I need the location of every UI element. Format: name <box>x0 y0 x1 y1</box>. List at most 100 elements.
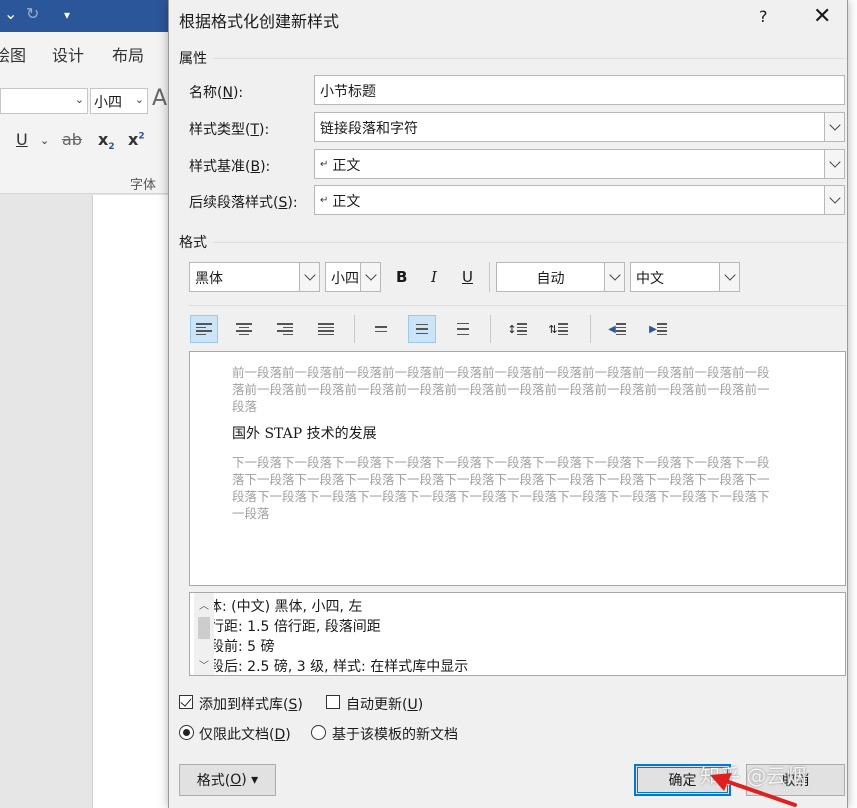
only-this-document-label[interactable]: 仅限此文档(D) <box>199 724 291 744</box>
justify-button[interactable] <box>312 315 340 343</box>
name-input-value: 小节标题 <box>320 84 376 100</box>
description-line: 行距: 1.5 倍行距, 段落间距 <box>210 619 381 635</box>
scroll-down-icon[interactable]: ﹀ <box>198 657 210 672</box>
style-description: 字体: (中文) 黑体, 小四, 左 行距: 1.5 倍行距, 段落间距 段前:… <box>189 592 846 676</box>
font-name-select[interactable]: 黑体 <box>189 262 320 292</box>
font-color-select[interactable]: 自动 <box>496 262 625 292</box>
next-paragraph-text: 下一段落下一段落下一段落下一段落下一段落下一段落下一段落下一段落下一段落下一段落… <box>232 455 770 521</box>
font-color-value: 自动 <box>536 271 565 287</box>
template-new-documents-radio[interactable] <box>311 725 326 740</box>
superscript-button[interactable]: x2 <box>128 130 145 149</box>
tab-draw[interactable]: 绘图 <box>0 42 26 66</box>
align-center-button[interactable] <box>230 315 258 343</box>
divider <box>213 242 845 243</box>
italic-button[interactable]: I <box>431 268 437 286</box>
divider <box>189 305 846 306</box>
increase-indent-icon[interactable]: ▶ <box>644 315 672 343</box>
toolbar-separator <box>590 315 591 343</box>
chevron-down-icon[interactable] <box>299 263 319 291</box>
description-line: 段后: 2.5 磅, 3 级, 样式: 在样式库中显示 <box>210 659 469 675</box>
next-style-select[interactable]: ↵ 正文 <box>314 185 845 215</box>
style-type-value: 链接段落和字符 <box>320 121 418 137</box>
customize-chevron-icon[interactable]: ⌄ <box>4 4 17 23</box>
quick-access-menu-icon[interactable]: ▾ <box>64 8 70 22</box>
description-line: 段前: 5 磅 <box>210 639 275 655</box>
grow-font-button[interactable]: A <box>152 86 167 111</box>
name-input[interactable]: 小节标题 <box>314 75 845 105</box>
name-label: 名称(N): <box>189 85 244 101</box>
increase-paragraph-spacing-icon[interactable]: ↕ <box>503 315 531 343</box>
red-arrow-icon <box>710 773 797 807</box>
template-new-documents-label[interactable]: 基于该模板的新文档 <box>332 724 458 744</box>
ribbon: ⌄ 小四 ⌄ A U ⌄ ab x2 x2 字体 <box>0 72 172 194</box>
description-scrollbar[interactable]: ︿ ﹀ <box>194 593 214 675</box>
style-based-label: 样式基准(B): <box>189 159 271 175</box>
previous-paragraph-text: 前一段落前一段落前一段落前一段落前一段落前一段落前一段落前一段落前一段落前一段落… <box>232 365 770 414</box>
superscript-x: x <box>128 130 139 149</box>
ribbon-tabs: 绘图 设计 布局 <box>0 32 172 72</box>
font-size-select[interactable]: 小四 <box>325 262 381 292</box>
underline-button[interactable]: U <box>462 268 473 286</box>
script-value: 中文 <box>636 271 664 287</box>
word-titlebar: ⌄ ↻ ▾ <box>0 0 172 32</box>
chevron-down-icon[interactable] <box>824 186 844 214</box>
underline-button[interactable]: U <box>16 130 28 149</box>
subscript-x: x <box>98 130 109 149</box>
help-button[interactable]: ? <box>759 7 768 26</box>
subscript-button[interactable]: x2 <box>98 130 115 152</box>
scroll-up-icon[interactable]: ︿ <box>198 597 210 612</box>
next-style-value: 正文 <box>332 194 361 210</box>
preview-sample-text: 国外 STAP 技术的发展 <box>232 426 377 442</box>
font-name-value: 黑体 <box>195 271 223 287</box>
decrease-paragraph-spacing-icon[interactable]: ⇅ <box>544 315 572 343</box>
chevron-down-icon[interactable] <box>824 150 844 178</box>
ribbon-font-size-value: 小四 <box>94 95 122 111</box>
create-style-dialog: 根据格式化创建新样式 ? ✕ 属性 名称(N): 小节标题 样式类型(T): 链… <box>168 0 848 808</box>
align-left-button[interactable] <box>190 315 218 343</box>
close-button[interactable]: ✕ <box>813 4 831 29</box>
align-right-button[interactable] <box>271 315 299 343</box>
ribbon-font-size-combo[interactable]: 小四 ⌄ <box>90 88 148 114</box>
chevron-down-icon[interactable] <box>604 263 624 291</box>
style-based-select[interactable]: ↵ 正文 <box>314 149 845 179</box>
dialog-title: 根据格式化创建新样式 <box>179 12 340 31</box>
format-menu-button[interactable]: 格式(O) ▾ <box>179 764 276 796</box>
double-spacing-button[interactable] <box>449 315 477 343</box>
toolbar-separator <box>489 262 490 292</box>
paragraph-mark-icon: ↵ <box>320 195 329 206</box>
document-page[interactable] <box>92 195 172 808</box>
description-line: 字体: (中文) 黑体, 小四, 左 <box>194 599 363 615</box>
only-this-document-radio[interactable] <box>179 725 194 740</box>
underline-dropdown-icon[interactable]: ⌄ <box>40 134 49 147</box>
chevron-down-icon[interactable] <box>824 113 844 141</box>
scroll-thumb[interactable] <box>198 617 210 639</box>
strikethrough-button[interactable]: ab <box>62 130 82 149</box>
font-size-value: 小四 <box>331 271 359 287</box>
properties-section-label: 属性 <box>179 51 207 67</box>
one-half-spacing-button[interactable] <box>408 315 436 343</box>
chevron-down-icon[interactable] <box>719 263 739 291</box>
style-type-select[interactable]: 链接段落和字符 <box>314 112 845 142</box>
chevron-down-icon[interactable] <box>360 263 380 291</box>
add-to-gallery-label[interactable]: 添加到样式库(S) <box>199 694 303 714</box>
paragraph-mark-icon: ↵ <box>320 159 329 170</box>
script-select[interactable]: 中文 <box>630 262 740 292</box>
divider <box>213 58 845 59</box>
auto-update-label[interactable]: 自动更新(U) <box>346 694 423 714</box>
single-spacing-button[interactable] <box>367 315 395 343</box>
chevron-down-icon: ⌄ <box>134 93 144 106</box>
right-document-strip <box>848 0 857 808</box>
auto-update-checkbox[interactable] <box>326 695 340 709</box>
toolbar-separator <box>354 315 355 343</box>
document-area <box>0 195 172 808</box>
tab-design[interactable]: 设计 <box>52 42 84 66</box>
decrease-indent-icon[interactable]: ◀ <box>603 315 631 343</box>
ribbon-font-name-combo[interactable]: ⌄ <box>0 88 88 114</box>
redo-icon[interactable]: ↻ <box>26 4 39 23</box>
next-style-label: 后续段落样式(S): <box>189 195 298 211</box>
add-to-gallery-checkbox[interactable] <box>179 695 193 709</box>
tab-layout[interactable]: 布局 <box>112 42 144 66</box>
bold-button[interactable]: B <box>396 268 407 286</box>
chevron-down-icon: ⌄ <box>74 93 84 106</box>
format-section-label: 格式 <box>179 235 207 251</box>
